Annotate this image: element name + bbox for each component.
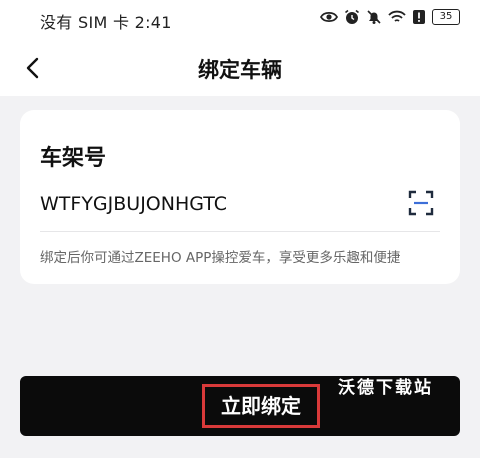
- eye-icon: [320, 11, 338, 23]
- status-bar: 没有 SIM 卡 2:41 35: [0, 0, 480, 40]
- divider: [40, 231, 440, 232]
- scan-icon[interactable]: [408, 190, 434, 216]
- battery-icon: 35: [432, 9, 460, 25]
- page-title: 绑定车辆: [198, 58, 282, 82]
- status-icons: 35: [320, 9, 460, 25]
- nav-bar: 绑定车辆: [0, 40, 480, 96]
- vin-input[interactable]: [40, 188, 400, 220]
- vin-label: 车架号: [40, 146, 107, 171]
- watermark-text: 沃德下载站: [338, 378, 433, 398]
- vin-card: 车架号 绑定后你可通过ZEEHO APP操控爱车，享受更多乐趣和便捷: [20, 110, 460, 284]
- alert-icon: [413, 10, 425, 24]
- bell-off-icon: [367, 10, 381, 24]
- carrier-time: 没有 SIM 卡 2:41: [40, 13, 172, 32]
- alarm-icon: [345, 9, 359, 24]
- bind-hint: 绑定后你可通过ZEEHO APP操控爱车，享受更多乐趣和便捷: [40, 250, 401, 266]
- bind-now-label: 立即绑定: [202, 384, 320, 428]
- wifi-icon: [388, 10, 406, 22]
